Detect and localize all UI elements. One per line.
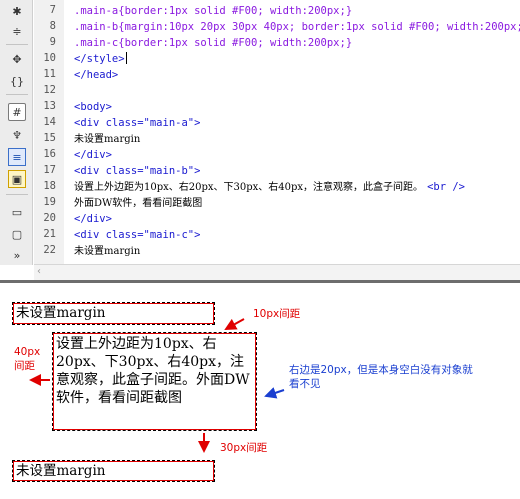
braces-icon[interactable]: {} bbox=[8, 72, 26, 90]
code-editor[interactable]: ✱ ≑ ✥ {} # ♆ ≡ ▣ ▭ ▢ » 7 8 9 10 11 12 13… bbox=[0, 0, 520, 280]
right-margin-arrow bbox=[264, 387, 285, 399]
coding-toolbar: ✱ ≑ ✥ {} # ♆ ≡ ▣ ▭ ▢ » bbox=[0, 0, 33, 265]
horizontal-scrollbar[interactable]: ‹ bbox=[34, 264, 520, 280]
code-line: </style> bbox=[74, 51, 127, 67]
expand-icon[interactable]: » bbox=[8, 246, 26, 264]
code-line: .main-a{border:1px solid #F00; width:200… bbox=[74, 5, 353, 17]
highlight-invalid-icon[interactable]: # bbox=[8, 103, 26, 121]
bottom-margin-note: 30px间距 bbox=[220, 442, 268, 454]
code-line: </div> bbox=[74, 213, 112, 225]
line-number: 19 bbox=[43, 196, 56, 208]
line-number: 16 bbox=[43, 148, 56, 160]
code-line: <div class="main-c"> bbox=[74, 229, 201, 241]
left-margin-note-line1: 40px bbox=[14, 346, 41, 358]
line-number: 11 bbox=[43, 68, 56, 80]
line-number-gutter: 7 8 9 10 11 12 13 14 15 16 17 18 19 20 2… bbox=[34, 0, 64, 265]
code-text: 未设置margin bbox=[74, 246, 141, 257]
scroll-left-icon[interactable]: ‹ bbox=[37, 266, 41, 277]
asterisk-icon[interactable]: ✱ bbox=[8, 2, 26, 20]
line-number: 13 bbox=[43, 100, 56, 112]
line-number: 10 bbox=[43, 52, 56, 64]
text-cursor bbox=[125, 52, 127, 64]
code-area[interactable]: .main-a{border:1px solid #F00; width:200… bbox=[74, 0, 520, 265]
collapse-icon[interactable]: ≑ bbox=[8, 22, 26, 40]
line-number: 7 bbox=[49, 4, 56, 16]
code-line: </head> bbox=[74, 69, 119, 81]
toolbar-separator bbox=[6, 44, 28, 45]
main-a-box[interactable]: 未设置margin bbox=[12, 302, 215, 325]
line-number: 9 bbox=[49, 36, 56, 48]
code-line: <body> bbox=[74, 101, 112, 113]
snippet-icon[interactable]: ▣ bbox=[8, 170, 26, 188]
expand-all-icon[interactable]: ✥ bbox=[8, 50, 26, 68]
toolbar-separator bbox=[6, 94, 28, 95]
line-number: 8 bbox=[49, 20, 56, 32]
toolbar-separator bbox=[6, 194, 28, 195]
top-margin-note: 10px间距 bbox=[253, 308, 301, 320]
code-line: 外面DW软件，看看间距截图 bbox=[74, 195, 202, 211]
code-line: 设置上外边距为10px、右20px、下30px、右40px，注意观察，此盒子间距… bbox=[74, 179, 465, 195]
code-line: </div> bbox=[74, 149, 112, 161]
main-c-box[interactable]: 未设置margin bbox=[12, 460, 215, 482]
line-number: 14 bbox=[43, 116, 56, 128]
left-margin-note-line2: 间距 bbox=[14, 360, 35, 372]
code-tag: <br /> bbox=[427, 181, 465, 193]
format-icon[interactable]: ♆ bbox=[8, 126, 26, 144]
line-number: 17 bbox=[43, 164, 56, 176]
code-line: <div class="main-a"> bbox=[74, 117, 201, 129]
line-number: 12 bbox=[43, 84, 56, 96]
code-text: </style> bbox=[74, 53, 125, 65]
right-margin-note: 右边是20px，但是本身空白没有对象就看不见 bbox=[289, 364, 473, 390]
line-number: 22 bbox=[43, 244, 56, 256]
code-line: .main-b{margin:10px 20px 30px 40px; bord… bbox=[74, 21, 520, 33]
code-text: 设置上外边距为10px、右20px、下30px、右40px，注意观察，此盒子间距… bbox=[74, 182, 424, 193]
code-line: 未设置margin bbox=[74, 131, 140, 147]
wrap-icon[interactable]: ≡ bbox=[8, 148, 26, 166]
code-line: <div class="main-b"> bbox=[74, 165, 201, 177]
line-number: 21 bbox=[43, 228, 56, 240]
uncomment-icon[interactable]: ▢ bbox=[8, 225, 26, 243]
design-view[interactable]: 未设置margin 设置上外边距为10px、右20px、下30px、右40px，… bbox=[0, 283, 520, 499]
line-number: 20 bbox=[43, 212, 56, 224]
comment-icon[interactable]: ▭ bbox=[8, 203, 26, 221]
code-text: 未设置margin bbox=[74, 134, 141, 145]
main-b-box[interactable]: 设置上外边距为10px、右20px、下30px、右40px，注意观察，此盒子间距… bbox=[52, 332, 257, 431]
code-line: .main-c{border:1px solid #F00; width:200… bbox=[74, 37, 353, 49]
line-number: 15 bbox=[43, 132, 56, 144]
line-number: 18 bbox=[43, 180, 56, 192]
code-text: 外面DW软件，看看间距截图 bbox=[74, 198, 203, 209]
code-line: 未设置margin bbox=[74, 243, 140, 259]
top-margin-arrow bbox=[224, 318, 245, 330]
